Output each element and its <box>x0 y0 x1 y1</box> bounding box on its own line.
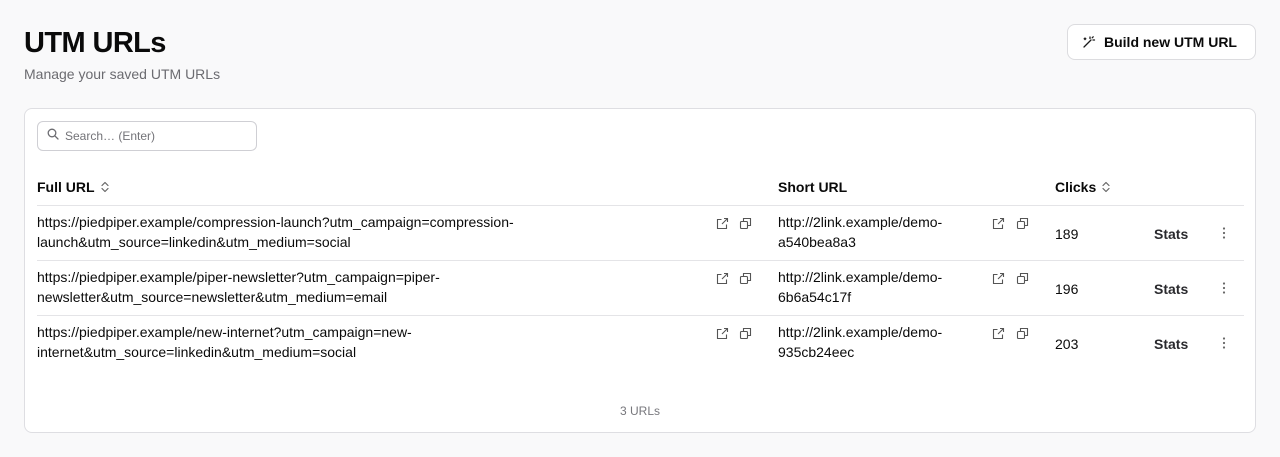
full-url-text: https://piedpiper.example/new-internet?u… <box>37 324 412 340</box>
clicks-count: 196 <box>1055 281 1079 297</box>
full-url-text: newsletter&utm_source=newsletter&utm_med… <box>37 289 388 305</box>
external-link-icon[interactable] <box>716 217 730 231</box>
external-link-icon[interactable] <box>992 217 1006 231</box>
short-url-text: http://2link.example/demo- <box>778 269 943 285</box>
stats-link[interactable]: Stats <box>1154 224 1188 244</box>
url-count: 3 URLs <box>619 404 660 418</box>
short-url-text: http://2link.example/demo- <box>778 214 943 230</box>
column-label-full-url: Full URL <box>37 179 95 195</box>
external-link-icon[interactable] <box>716 327 730 341</box>
more-options-icon[interactable] <box>1218 335 1230 351</box>
column-header-full-url[interactable]: Full URL <box>37 179 109 195</box>
search-field[interactable] <box>37 121 257 151</box>
more-options-icon[interactable] <box>1218 225 1230 241</box>
external-link-icon[interactable] <box>992 272 1006 286</box>
utm-urls-page: UTM URLs Manage your saved UTM URLs Buil… <box>0 0 1280 457</box>
copy-icon[interactable] <box>1016 217 1030 231</box>
copy-icon[interactable] <box>1016 327 1030 341</box>
build-new-utm-url-button[interactable]: Build new UTM URL <box>1067 24 1256 60</box>
external-link-icon[interactable] <box>716 272 730 286</box>
table-row: https://piedpiper.example/new-internet?u… <box>37 316 1244 371</box>
more-options-icon[interactable] <box>1218 280 1230 296</box>
short-url-cell: http://2link.example/demo- a540bea8a3 <box>778 212 968 252</box>
copy-icon[interactable] <box>739 217 753 231</box>
full-url-text: launch&utm_source=linkedin&utm_medium=so… <box>37 234 351 250</box>
search-icon <box>47 127 59 145</box>
column-label-clicks: Clicks <box>1055 179 1097 195</box>
table-header: Full URL Short URL Clicks <box>37 171 1244 206</box>
stats-link[interactable]: Stats <box>1154 279 1188 299</box>
clicks-count: 189 <box>1055 226 1079 242</box>
clicks-count: 203 <box>1055 336 1079 352</box>
search-input[interactable] <box>65 129 245 143</box>
short-url-text: 935cb24eec <box>778 344 855 360</box>
sort-icon[interactable] <box>100 181 109 193</box>
external-link-icon[interactable] <box>992 327 1006 341</box>
table-row: https://piedpiper.example/piper-newslett… <box>37 261 1244 316</box>
full-url-cell: https://piedpiper.example/piper-newslett… <box>37 267 557 307</box>
full-url-text: https://piedpiper.example/piper-newslett… <box>37 269 440 285</box>
full-url-cell: https://piedpiper.example/new-internet?u… <box>37 322 557 362</box>
utm-urls-card: Full URL Short URL Clicks <box>24 108 1256 433</box>
copy-icon[interactable] <box>739 272 753 286</box>
table-row: https://piedpiper.example/compression-la… <box>37 206 1244 261</box>
column-header-short-url: Short URL <box>778 179 847 195</box>
short-url-text: http://2link.example/demo- <box>778 324 943 340</box>
full-url-cell: https://piedpiper.example/compression-la… <box>37 212 557 252</box>
column-label-short-url: Short URL <box>778 179 848 195</box>
full-url-text: internet&utm_source=linkedin&utm_medium=… <box>37 344 357 360</box>
short-url-text: a540bea8a3 <box>778 234 856 250</box>
full-url-text: https://piedpiper.example/compression-la… <box>37 214 514 230</box>
copy-icon[interactable] <box>739 327 753 341</box>
magic-wand-icon <box>1082 35 1096 49</box>
page-subtitle: Manage your saved UTM URLs <box>24 66 221 82</box>
sort-icon[interactable] <box>1102 181 1110 193</box>
column-header-clicks[interactable]: Clicks <box>1055 179 1110 195</box>
copy-icon[interactable] <box>1016 272 1030 286</box>
short-url-cell: http://2link.example/demo- 6b6a54c17f <box>778 267 968 307</box>
short-url-text: 6b6a54c17f <box>778 289 852 305</box>
stats-link[interactable]: Stats <box>1154 334 1188 354</box>
short-url-cell: http://2link.example/demo- 935cb24eec <box>778 322 968 362</box>
build-button-label: Build new UTM URL <box>1104 34 1237 50</box>
page-title: UTM URLs <box>24 27 166 59</box>
